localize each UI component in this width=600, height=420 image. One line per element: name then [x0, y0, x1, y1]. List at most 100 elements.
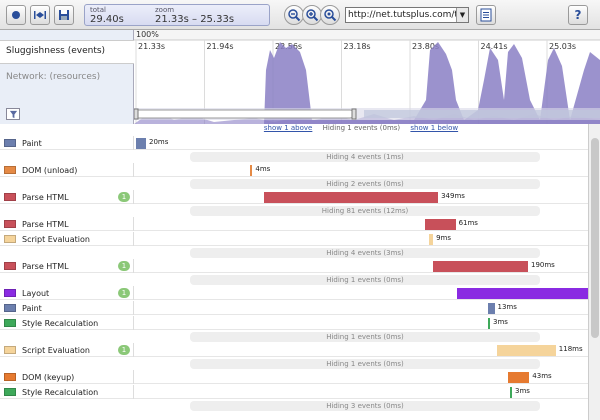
- expand-badge[interactable]: 1: [118, 345, 130, 355]
- zoom-handle-right[interactable]: [351, 108, 357, 120]
- event-label: Parse HTML 1: [0, 190, 134, 204]
- filter-button[interactable]: [6, 108, 20, 120]
- event-name: DOM (unload): [22, 165, 78, 175]
- details-button[interactable]: [476, 5, 496, 25]
- event-bar[interactable]: [433, 261, 528, 272]
- event-bar[interactable]: [136, 138, 146, 149]
- hidden-events-divider[interactable]: Hiding 4 events (1ms): [190, 152, 540, 162]
- expand-badge[interactable]: 1: [118, 288, 130, 298]
- event-label: Style Recalculation: [0, 385, 134, 399]
- hidden-events-divider[interactable]: Hiding 3 events (0ms): [190, 401, 540, 411]
- hidden-events-divider[interactable]: Hiding 1 events (0ms): [190, 359, 540, 369]
- overview-tick-label: 21.94s: [207, 42, 234, 51]
- event-bar[interactable]: [263, 192, 439, 203]
- scrollbar-thumb[interactable]: [591, 138, 599, 338]
- event-bar[interactable]: [250, 165, 253, 176]
- collapse-button[interactable]: [30, 5, 50, 25]
- event-bar[interactable]: [457, 288, 588, 299]
- total-label: total: [90, 6, 107, 14]
- event-row[interactable]: DOM (unload) 4ms: [0, 163, 588, 177]
- zoom-label: zoom: [155, 6, 175, 14]
- expand-badge[interactable]: 1: [118, 261, 130, 271]
- expand-badge[interactable]: 1: [118, 192, 130, 202]
- help-button[interactable]: ?: [568, 5, 588, 25]
- event-bar[interactable]: [510, 387, 512, 398]
- zoom-out-icon: [288, 9, 301, 22]
- zoom-window[interactable]: [134, 109, 355, 119]
- overview-graph[interactable]: 21.33s21.94s22.56s23.18s23.80s24.41s25.0…: [134, 30, 600, 124]
- help-label: ?: [574, 8, 582, 22]
- total-value: 29.40s: [90, 14, 124, 25]
- event-label: Script Evaluation 1: [0, 343, 134, 357]
- event-bar[interactable]: [425, 219, 456, 230]
- hidden-events-divider[interactable]: Hiding 4 events (3ms): [190, 248, 540, 258]
- event-row[interactable]: Paint 13ms: [0, 301, 588, 315]
- event-label: DOM (unload): [0, 163, 134, 177]
- event-duration: 3ms: [515, 387, 530, 395]
- zoom-fit-button[interactable]: [320, 5, 340, 25]
- event-duration: 4ms: [255, 165, 271, 173]
- overview-labels: Sluggishness (events) Network: (resource…: [0, 30, 134, 124]
- overview-tick-label: 25.03s: [549, 42, 576, 51]
- show-above-link[interactable]: show 1 above: [264, 124, 312, 132]
- event-bar[interactable]: [428, 234, 434, 245]
- event-row[interactable]: Style Recalculation 3ms: [0, 316, 588, 330]
- event-color-swatch: [4, 388, 16, 396]
- event-bar[interactable]: [496, 345, 556, 356]
- event-row[interactable]: Paint 20ms: [0, 136, 588, 150]
- event-color-swatch: [4, 139, 16, 147]
- event-name: DOM (keyup): [22, 372, 75, 382]
- zoom-handle-left[interactable]: [134, 108, 139, 120]
- percent-label: 100%: [136, 30, 159, 39]
- event-name: Parse HTML: [22, 219, 69, 229]
- save-icon: [59, 10, 69, 20]
- url-select[interactable]: http://net.tutsplus.com/tu ▼: [345, 7, 469, 23]
- hidden-events-divider[interactable]: Hiding 1 events (0ms): [190, 332, 540, 342]
- event-row[interactable]: Script Evaluation 1 118ms: [0, 343, 588, 357]
- zoom-out-button[interactable]: [284, 5, 304, 25]
- vertical-scrollbar[interactable]: [588, 124, 600, 420]
- overview-svg: 21.33s21.94s22.56s23.18s23.80s24.41s25.0…: [134, 30, 600, 124]
- hidden-events-divider[interactable]: Hiding 81 events (12ms): [190, 206, 540, 216]
- event-color-swatch: [4, 166, 16, 174]
- chevron-down-icon[interactable]: ▼: [456, 8, 468, 22]
- sluggishness-label: Sluggishness (events): [0, 40, 134, 64]
- event-duration: 3ms: [493, 318, 508, 326]
- event-color-swatch: [4, 262, 16, 270]
- event-row[interactable]: Parse HTML 1 349ms: [0, 190, 588, 204]
- toolbar: total 29.40s zoom 21.33s – 25.33s http:/…: [0, 0, 600, 30]
- event-duration: 43ms: [532, 372, 552, 380]
- zoom-in-button[interactable]: [302, 5, 322, 25]
- overview-tick-label: 21.33s: [138, 42, 165, 51]
- event-row[interactable]: Layout1265ms: [0, 286, 588, 300]
- event-bar[interactable]: [507, 372, 530, 383]
- event-row[interactable]: Script Evaluation 9ms: [0, 232, 588, 246]
- event-color-swatch: [4, 220, 16, 228]
- event-color-swatch: [4, 235, 16, 243]
- event-bar[interactable]: [488, 318, 490, 329]
- hidden-events-divider[interactable]: Hiding 1 events (0ms): [190, 275, 540, 285]
- stats-panel: total 29.40s zoom 21.33s – 25.33s: [84, 4, 270, 26]
- event-color-swatch: [4, 193, 16, 201]
- event-name: Style Recalculation: [22, 318, 99, 328]
- event-bar[interactable]: [488, 303, 495, 314]
- show-below-link[interactable]: show 1 below: [410, 124, 458, 132]
- event-label: DOM (keyup): [0, 370, 134, 384]
- hidden-events-divider[interactable]: Hiding 2 events (0ms): [190, 179, 540, 189]
- overview-tick-label: 23.18s: [344, 42, 371, 51]
- save-button[interactable]: [54, 5, 74, 25]
- event-label: Style Recalculation: [0, 316, 134, 330]
- record-button[interactable]: [6, 5, 26, 25]
- event-row[interactable]: DOM (keyup) 43ms: [0, 370, 588, 384]
- event-label: Paint: [0, 136, 134, 150]
- event-color-swatch: [4, 346, 16, 354]
- event-row[interactable]: Style Recalculation 3ms: [0, 385, 588, 399]
- event-duration: 9ms: [436, 234, 452, 242]
- event-label: Parse HTML: [0, 217, 134, 231]
- event-row[interactable]: Parse HTML 1 190ms: [0, 259, 588, 273]
- event-row[interactable]: Parse HTML 61ms: [0, 217, 588, 231]
- url-select-value: http://net.tutsplus.com/tu: [348, 10, 464, 20]
- zoom-value: 21.33s – 25.33s: [155, 14, 235, 25]
- event-name: Parse HTML: [22, 261, 69, 271]
- event-label: Parse HTML 1: [0, 259, 134, 273]
